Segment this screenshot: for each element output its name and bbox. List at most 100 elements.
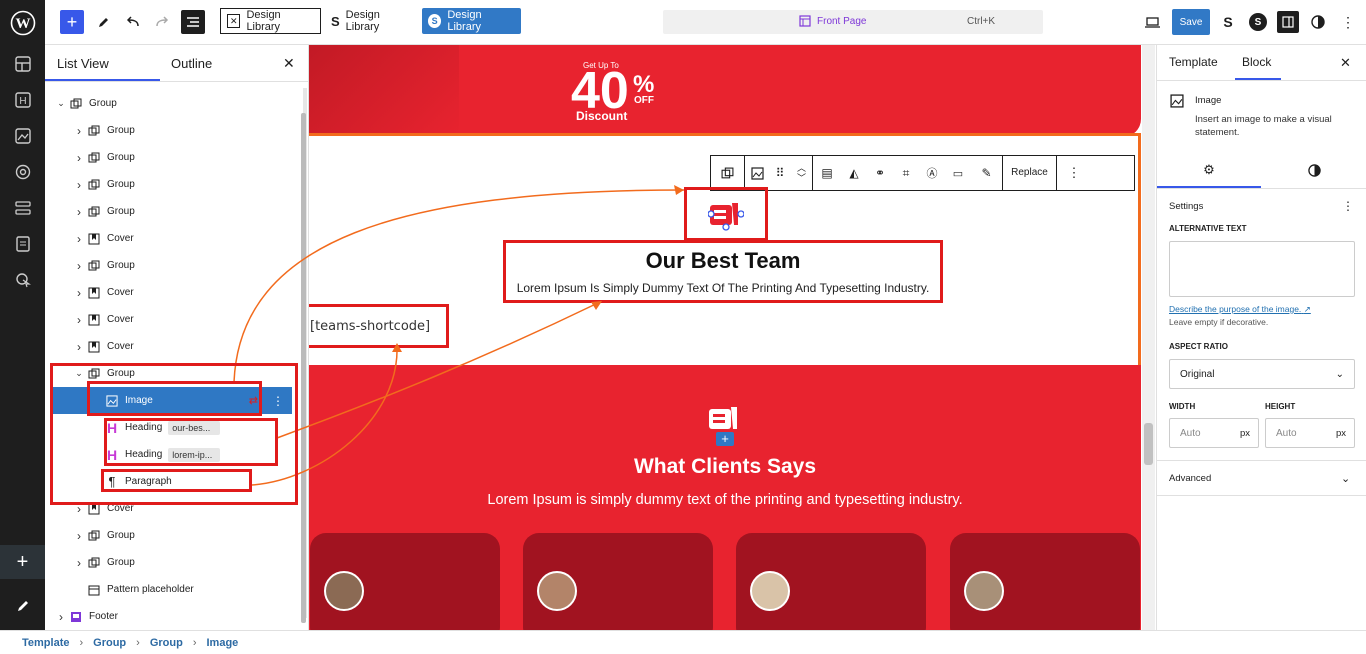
chevron-right-icon[interactable]: › bbox=[73, 151, 85, 165]
list-item-cover[interactable]: › Cover bbox=[45, 225, 295, 252]
plugin-circle-icon[interactable]: S bbox=[1248, 9, 1268, 35]
tools-pencil-icon[interactable] bbox=[93, 9, 113, 35]
drag-handle-icon[interactable]: ⠿ bbox=[769, 166, 791, 180]
save-button[interactable]: Save bbox=[1172, 9, 1210, 35]
wordpress-logo-icon[interactable]: W bbox=[0, 0, 45, 45]
layout-icon[interactable] bbox=[0, 46, 45, 82]
team-subheading[interactable]: Lorem Ipsum Is Simply Dummy Text Of The … bbox=[503, 281, 943, 295]
styles-contrast-icon[interactable] bbox=[1262, 153, 1366, 187]
settings-sidebar-icon[interactable] bbox=[1277, 11, 1299, 33]
list-item-group[interactable]: › Group bbox=[45, 117, 295, 144]
design-library-button-2[interactable]: S Design Library bbox=[325, 8, 415, 34]
undo-icon[interactable] bbox=[123, 9, 143, 35]
add-icon[interactable]: + bbox=[0, 545, 45, 579]
list-item-group[interactable]: › Group bbox=[45, 522, 295, 549]
aspect-ratio-select[interactable]: Original ⌄ bbox=[1169, 359, 1355, 389]
image-block-icon[interactable] bbox=[745, 166, 769, 180]
list-item-group[interactable]: › Group bbox=[45, 252, 295, 279]
promo-banner[interactable]: Get Up To 40 % OFF Discount bbox=[309, 45, 1141, 137]
document-overview-icon[interactable] bbox=[181, 10, 205, 34]
shortcode-paragraph[interactable]: [teams-shortcode] bbox=[310, 319, 430, 334]
design-library-button-3[interactable]: S Design Library bbox=[422, 8, 521, 34]
chevron-right-icon[interactable]: › bbox=[73, 232, 85, 246]
clients-subheading[interactable]: Lorem Ipsum is simply dummy text of the … bbox=[309, 492, 1141, 508]
team-heading[interactable]: Our Best Team bbox=[503, 248, 943, 274]
chevron-right-icon[interactable]: › bbox=[73, 178, 85, 192]
list-item-cover[interactable]: › Cover bbox=[45, 306, 295, 333]
testimonial-card[interactable] bbox=[736, 533, 926, 630]
chevron-right-icon[interactable]: › bbox=[73, 259, 85, 273]
testimonial-card[interactable] bbox=[950, 533, 1140, 630]
team-tools-image[interactable] bbox=[707, 199, 745, 231]
move-up-down-icon[interactable]: ︿ ﹀ bbox=[791, 156, 813, 190]
breadcrumb-item[interactable]: Template bbox=[22, 637, 69, 649]
chevron-right-icon[interactable]: › bbox=[73, 529, 85, 543]
width-input[interactable]: Auto px bbox=[1169, 418, 1259, 448]
alt-text-input[interactable] bbox=[1169, 241, 1355, 297]
alt-text-help-link[interactable]: Describe the purpose of the image. ↗ bbox=[1169, 304, 1311, 315]
tab-outline[interactable]: Outline bbox=[171, 45, 212, 81]
tab-template[interactable]: Template bbox=[1169, 55, 1218, 69]
styles-icon[interactable] bbox=[0, 154, 45, 190]
list-item-group[interactable]: › Group bbox=[45, 144, 295, 171]
close-icon[interactable]: ✕ bbox=[283, 55, 295, 72]
settings-gear-icon[interactable]: ⚙ bbox=[1157, 153, 1261, 187]
canvas-scrollbar-thumb[interactable] bbox=[1144, 423, 1153, 465]
list-item-group[interactable]: › Group bbox=[45, 549, 295, 576]
chevron-down-icon[interactable]: ⌄ bbox=[1341, 472, 1350, 485]
design-library-button-1[interactable]: ✕ Design Library bbox=[220, 8, 321, 34]
caption-icon[interactable]: ▭ bbox=[945, 167, 971, 180]
chevron-right-icon[interactable]: › bbox=[73, 313, 85, 327]
chevron-right-icon[interactable]: › bbox=[73, 205, 85, 219]
scrollbar-thumb[interactable] bbox=[301, 113, 306, 623]
chevron-right-icon[interactable]: › bbox=[73, 556, 85, 570]
close-icon[interactable]: ✕ bbox=[1340, 55, 1351, 71]
list-item-cover[interactable]: › Cover bbox=[45, 279, 295, 306]
block-options-icon[interactable]: ⋮ bbox=[1057, 165, 1091, 181]
canvas-scrollbar[interactable] bbox=[1142, 45, 1155, 630]
list-item-footer[interactable]: › Footer bbox=[45, 603, 295, 630]
chevron-right-icon[interactable]: › bbox=[73, 286, 85, 300]
testimonial-card[interactable] bbox=[523, 533, 713, 630]
clients-section[interactable]: + What Clients Says Lorem Ipsum is simpl… bbox=[309, 365, 1141, 630]
tab-list-view[interactable]: List View bbox=[57, 45, 109, 81]
preview-device-icon[interactable] bbox=[1141, 9, 1163, 35]
list-item-group[interactable]: › Group bbox=[45, 171, 295, 198]
edit-pencil-icon[interactable] bbox=[0, 588, 45, 624]
parent-group-icon[interactable] bbox=[711, 156, 745, 190]
contrast-icon[interactable] bbox=[1308, 9, 1328, 35]
list-item-cover[interactable]: › Cover bbox=[45, 333, 295, 360]
heading-icon[interactable]: H bbox=[0, 82, 45, 118]
settings-options-icon[interactable]: ⋮ bbox=[1342, 199, 1354, 213]
highlighter-icon[interactable]: ✎ bbox=[971, 156, 1003, 190]
testimonial-card[interactable] bbox=[310, 533, 500, 630]
list-item-pattern-placeholder[interactable]: Pattern placeholder bbox=[45, 576, 295, 603]
list-item-group-root[interactable]: ⌄ Group bbox=[45, 90, 295, 117]
stackable-s-icon[interactable]: S bbox=[1218, 9, 1238, 35]
breadcrumb-item[interactable]: Group bbox=[93, 637, 126, 649]
breadcrumb-item-current[interactable]: Image bbox=[207, 637, 239, 649]
chevron-right-icon[interactable]: › bbox=[73, 340, 85, 354]
list-item-group[interactable]: › Group bbox=[45, 198, 295, 225]
height-input[interactable]: Auto px bbox=[1265, 418, 1355, 448]
breadcrumb-item[interactable]: Group bbox=[150, 637, 183, 649]
chevron-down-icon[interactable]: ⌄ bbox=[55, 98, 67, 109]
chevron-right-icon[interactable]: › bbox=[55, 610, 67, 624]
navigation-icon[interactable] bbox=[0, 190, 45, 226]
block-inserter-button[interactable]: + bbox=[60, 10, 84, 34]
duotone-icon[interactable]: ◭ bbox=[841, 166, 867, 180]
text-overlay-icon[interactable]: Ⓐ bbox=[919, 165, 945, 181]
command-palette-bar[interactable]: Front Page Ctrl+K bbox=[663, 10, 1043, 34]
link-icon[interactable]: ⚭ bbox=[867, 166, 893, 180]
align-icon[interactable]: ▤ bbox=[813, 166, 841, 180]
clients-heading[interactable]: What Clients Says bbox=[309, 455, 1141, 479]
options-vertical-icon[interactable]: ⋮ bbox=[1338, 9, 1358, 35]
replace-button[interactable]: Replace bbox=[1003, 156, 1057, 190]
media-icon[interactable] bbox=[0, 118, 45, 154]
chevron-right-icon[interactable]: › bbox=[73, 124, 85, 138]
tab-block[interactable]: Block bbox=[1242, 55, 1271, 69]
crop-icon[interactable]: ⌗ bbox=[893, 166, 919, 181]
pointer-icon[interactable] bbox=[0, 262, 45, 298]
advanced-panel-toggle[interactable]: Advanced bbox=[1169, 473, 1211, 484]
redo-icon[interactable] bbox=[152, 9, 172, 35]
